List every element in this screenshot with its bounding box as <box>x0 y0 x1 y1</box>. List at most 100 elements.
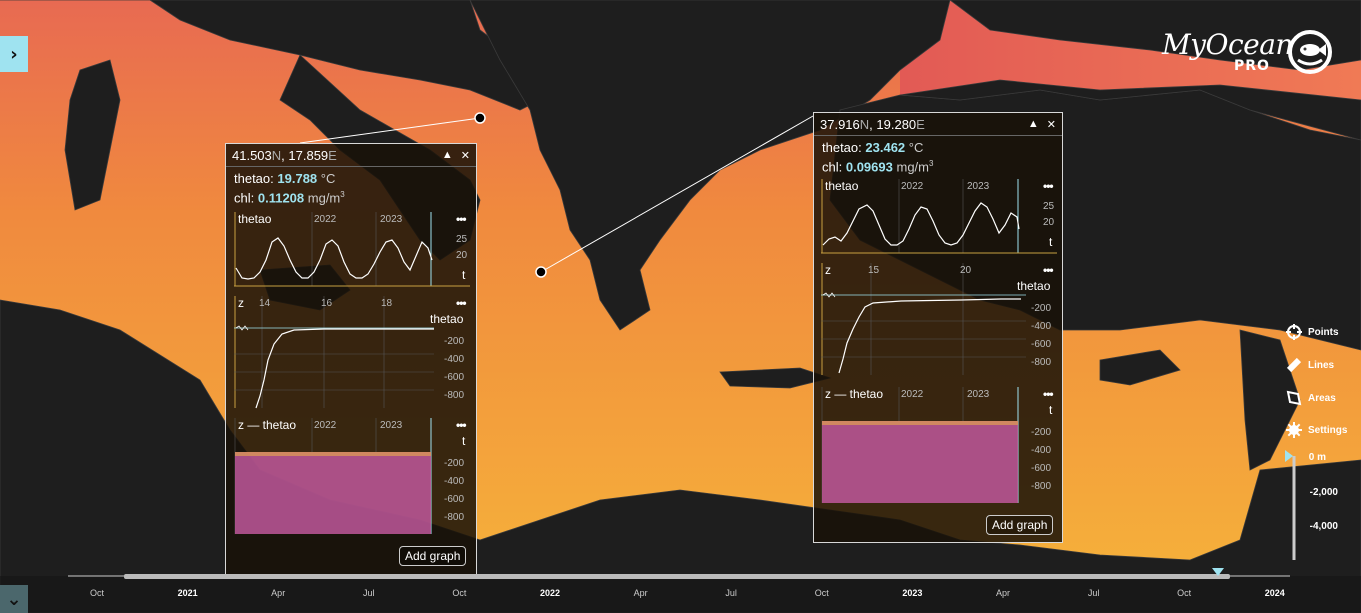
timeline[interactable] <box>0 568 1361 613</box>
logo-title: MyOcean <box>1162 28 1293 61</box>
chevron-right-icon: › <box>10 43 18 65</box>
tool-label: Points <box>1308 326 1339 338</box>
chart-title: z — thetao <box>825 387 884 401</box>
chart-menu-button[interactable]: ••• <box>1043 387 1054 401</box>
timeline-label: Oct <box>452 588 467 598</box>
series-label: thetao <box>1017 279 1051 293</box>
year-tick: 2022 <box>314 420 337 431</box>
thetao-timeseries-chart[interactable]: thetao 2022 2023 ••• 25 20 t <box>234 212 470 288</box>
add-graph-button[interactable]: Add graph <box>399 546 467 566</box>
x-tick: 14 <box>259 298 271 309</box>
panel-values: thetao: 23.462 °C chl: 0.09693 mg/m3 <box>822 140 934 175</box>
longitude-value: 17.859 <box>288 147 329 163</box>
chart-menu-button[interactable]: ••• <box>1043 179 1054 193</box>
close-panel-icon[interactable]: ✕ <box>1047 118 1056 131</box>
ocean-temperature-map[interactable] <box>0 0 1361 613</box>
tool-label: Areas <box>1308 392 1336 404</box>
year-tick: 2023 <box>380 420 403 431</box>
ruler-icon <box>1286 357 1302 373</box>
timeline-label: 2023 <box>902 588 923 598</box>
fish-logo-icon <box>1288 30 1332 74</box>
timeline-label: 2024 <box>1264 588 1285 598</box>
depth-slider[interactable] <box>1282 450 1302 565</box>
chl-label: chl: <box>822 159 843 175</box>
timeline-label: Jul <box>1087 588 1100 598</box>
thetao-value: 23.462 <box>865 140 906 155</box>
chl-value: 0.09693 <box>845 159 893 175</box>
y-tick: 20 <box>1043 217 1055 228</box>
settings-tool-button[interactable]: Settings <box>1286 422 1347 438</box>
thetao-unit: °C <box>320 171 336 186</box>
collapse-panel-icon[interactable]: ▲ <box>442 149 453 161</box>
series-label: thetao <box>430 312 464 326</box>
x-tick: 16 <box>321 298 333 309</box>
tool-label: Lines <box>1308 359 1335 371</box>
axis-label: t <box>462 434 466 448</box>
y-tick: -600 <box>1031 463 1052 474</box>
chart-menu-button[interactable]: ••• <box>456 296 467 310</box>
depth-tick: -2,000 <box>1309 487 1338 498</box>
x-tick: 18 <box>381 298 393 309</box>
add-graph-button[interactable]: Add graph <box>986 515 1054 535</box>
chl-unit: mg/m <box>896 159 929 175</box>
y-tick: 25 <box>456 234 468 245</box>
chart-title: thetao <box>825 179 859 193</box>
year-tick: 2023 <box>967 181 990 192</box>
timeline-label: Apr <box>271 588 286 598</box>
latitude-hemisphere: N <box>271 147 282 163</box>
year-tick: 2023 <box>967 389 990 400</box>
timeline-label: Oct <box>814 588 829 598</box>
heatmap-svg <box>234 418 432 534</box>
thetao-depth-profile-chart[interactable]: z 14 16 18 ••• thetao -200 -400 -600 -80… <box>234 296 470 410</box>
coordinates: 37.916N, 19.280E <box>820 116 925 132</box>
areas-tool-button[interactable]: Areas <box>1286 390 1336 406</box>
thetao-value: 19.788 <box>277 171 318 186</box>
chart-menu-button[interactable]: ••• <box>456 418 467 432</box>
timeline-label: Oct <box>89 588 105 598</box>
latitude-value: 41.503 <box>232 147 272 163</box>
y-tick: -400 <box>444 476 465 487</box>
thetao-depth-time-heatmap[interactable]: z — thetao 2022 2023 ••• t -200 -400 -60… <box>821 387 1057 505</box>
y-tick: -800 <box>444 512 465 523</box>
timeline-range-bar[interactable] <box>124 574 1230 579</box>
myocean-logo: MyOcean PRO <box>1160 28 1340 84</box>
crosshair-icon <box>1286 324 1302 340</box>
axis-label: z <box>238 296 244 310</box>
y-tick: -200 <box>444 336 465 347</box>
thetao-timeseries-chart[interactable]: thetao 2022 2023 ••• 25 20 t <box>821 179 1057 255</box>
depth-tick: 0 m <box>1308 452 1326 463</box>
y-tick: -400 <box>1031 321 1052 332</box>
expand-sidebar-button[interactable]: › <box>0 36 28 72</box>
year-tick: 2022 <box>901 389 924 400</box>
year-tick: 2023 <box>380 214 403 225</box>
latitude-hemisphere: N <box>859 116 870 132</box>
y-tick: -400 <box>1031 445 1052 456</box>
timeline-label: 2021 <box>177 588 198 598</box>
panel-header: 37.916N, 19.280E ▲ ✕ <box>814 113 1062 136</box>
thetao-depth-time-heatmap[interactable]: z — thetao 2022 2023 ••• t -200 -400 -60… <box>234 418 470 536</box>
lines-tool-button[interactable]: Lines <box>1286 357 1334 373</box>
collapse-panel-icon[interactable]: ▲ <box>1028 118 1039 130</box>
chart-menu-button[interactable]: ••• <box>456 212 467 226</box>
longitude-hemisphere: E <box>916 116 925 132</box>
panel-header: 41.503N, 17.859E ▲ ✕ <box>226 144 476 167</box>
chart-menu-button[interactable]: ••• <box>1043 263 1054 277</box>
axis-label: t <box>462 268 466 282</box>
thetao-label: thetao: <box>822 140 862 155</box>
close-panel-icon[interactable]: ✕ <box>461 149 470 162</box>
point-info-panel-2[interactable]: 37.916N, 19.280E ▲ ✕ thetao: 23.462 °C c… <box>813 112 1063 543</box>
depth-tick: -4,000 <box>1309 521 1338 532</box>
point-info-panel-1[interactable]: 41.503N, 17.859E ▲ ✕ thetao: 19.788 °C c… <box>225 143 477 576</box>
year-tick: 2022 <box>901 181 924 192</box>
coordinates: 41.503N, 17.859E <box>232 147 337 163</box>
latitude-value: 37.916 <box>820 116 860 132</box>
points-tool-button[interactable]: Points <box>1286 324 1339 340</box>
axis-label: z <box>825 263 831 277</box>
chl-value: 0.11208 <box>257 190 305 206</box>
axis-label: t <box>1049 403 1053 417</box>
thetao-depth-profile-chart[interactable]: z 15 20 ••• thetao -200 -400 -600 -800 <box>821 263 1057 377</box>
longitude-value: 19.280 <box>876 116 917 132</box>
timeline-label: Apr <box>633 588 648 598</box>
thetao-unit: °C <box>908 140 924 155</box>
y-tick: 25 <box>1043 201 1055 212</box>
